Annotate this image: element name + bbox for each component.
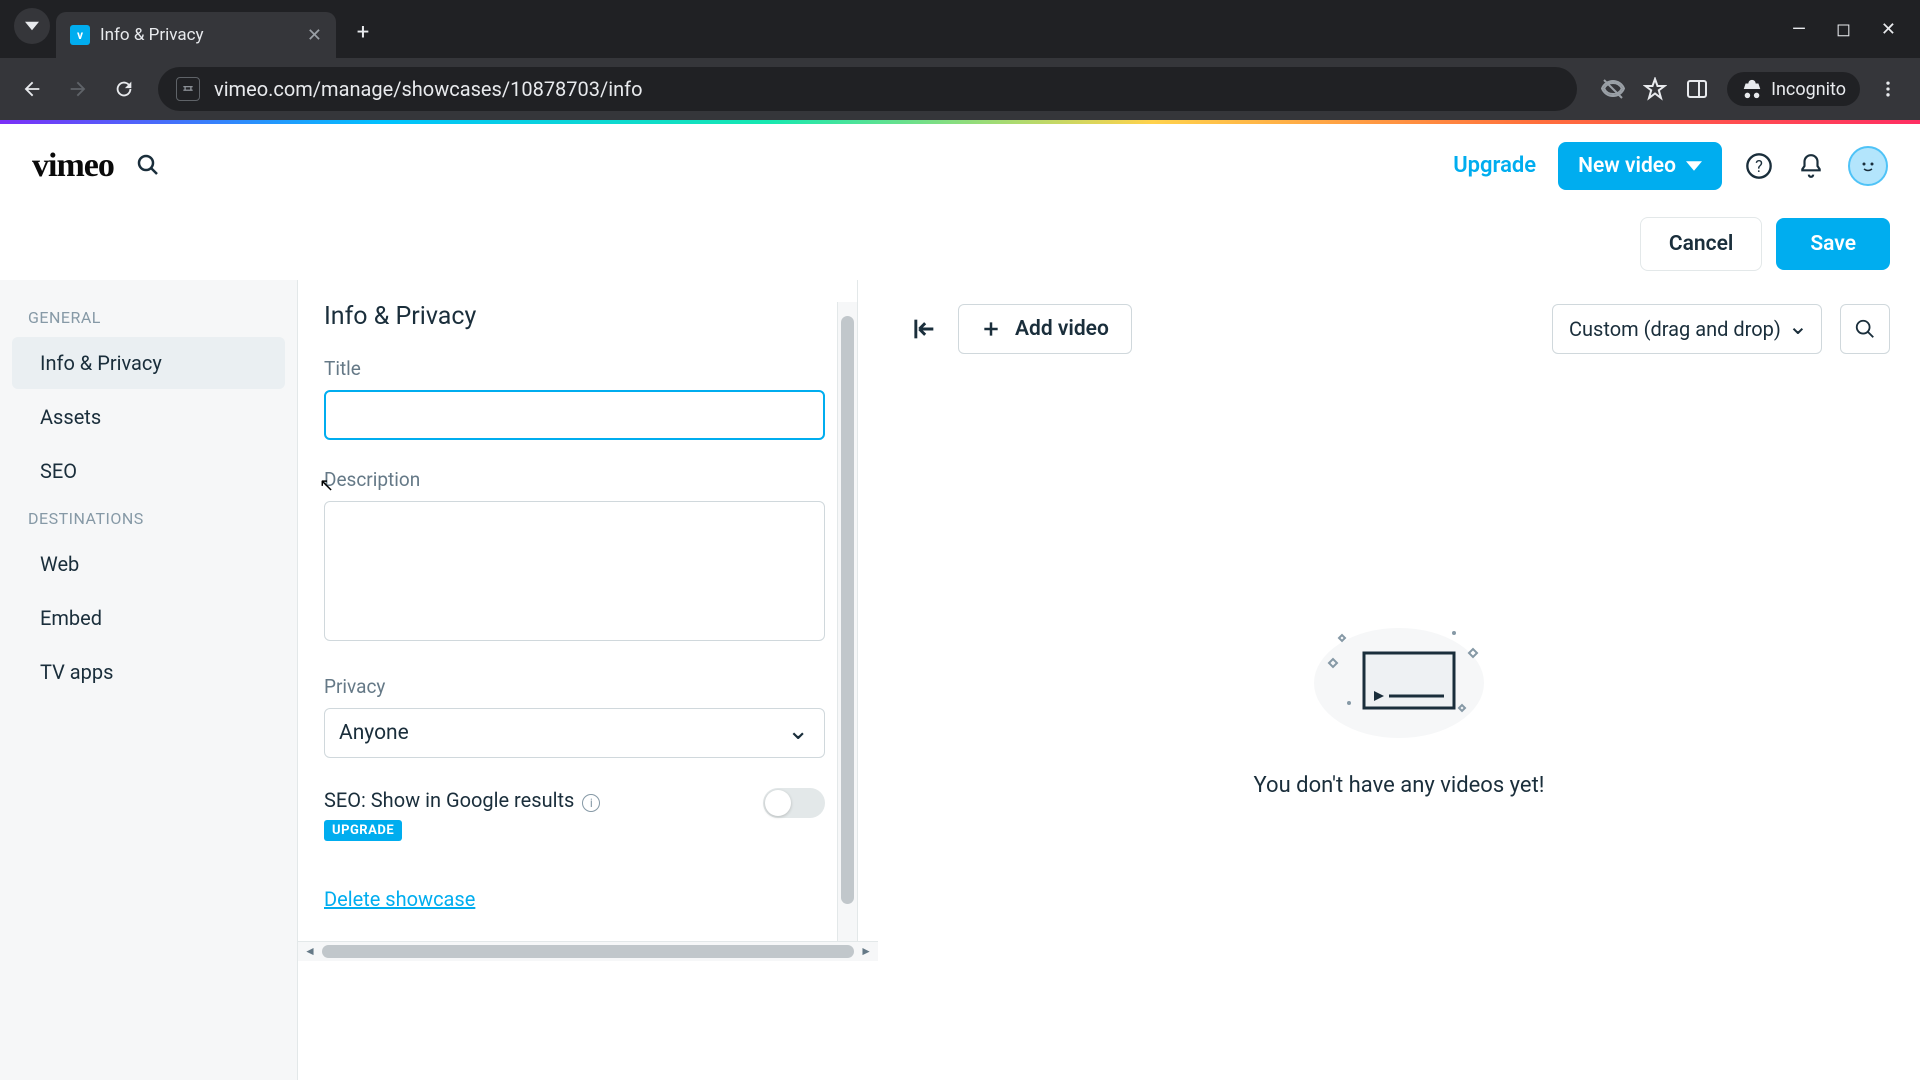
tab-title: Info & Privacy [100,25,204,45]
empty-state-text: You don't have any videos yet! [1254,773,1545,798]
browser-address-bar: vimeo.com/manage/showcases/10878703/info… [0,58,1920,120]
main-layout: GENERAL Info & Privacy Assets SEO DESTIN… [0,280,1920,1080]
sidebar-item-seo[interactable]: SEO [12,445,285,497]
seo-toggle[interactable] [763,788,825,818]
user-avatar[interactable] [1848,146,1888,186]
svg-text:?: ? [1755,156,1763,175]
browser-tab-active[interactable]: v Info & Privacy ✕ [56,12,336,58]
empty-state: You don't have any videos yet! [908,354,1890,1056]
maximize-icon[interactable]: ◻ [1836,19,1851,40]
url-input[interactable]: vimeo.com/manage/showcases/10878703/info [158,67,1577,111]
vertical-scrollbar[interactable] [837,302,857,941]
avatar-face-icon [1856,154,1880,178]
vimeo-favicon-icon: v [70,25,90,45]
sidebar-item-embed[interactable]: Embed [12,592,285,644]
back-button[interactable] [12,69,52,109]
cancel-button[interactable]: Cancel [1640,217,1762,271]
incognito-chip[interactable]: Incognito [1727,72,1860,106]
seo-row: SEO: Show in Google results i UPGRADE [324,788,825,841]
notifications-button[interactable] [1796,151,1826,181]
upgrade-link[interactable]: Upgrade [1453,153,1536,178]
sidebar-item-tv-apps[interactable]: TV apps [12,646,285,698]
reload-button[interactable] [104,69,144,109]
search-icon [1854,318,1876,340]
action-bar: Cancel Save [0,208,1920,280]
minimize-icon[interactable]: — [1792,19,1806,40]
url-text: vimeo.com/manage/showcases/10878703/info [214,77,643,101]
new-video-label: New video [1578,154,1676,178]
sidebar-item-info-privacy[interactable]: Info & Privacy [12,337,285,389]
delete-showcase-link[interactable]: Delete showcase [324,887,475,911]
privacy-label: Privacy [324,675,825,698]
upgrade-badge[interactable]: UPGRADE [324,820,402,841]
preview-toolbar: Add video Custom (drag and drop) [908,304,1890,354]
info-icon[interactable]: i [582,794,600,812]
privacy-select[interactable]: Anyone [324,708,825,758]
preview-panel: Add video Custom (drag and drop) [878,280,1920,1080]
form-panel: Info & Privacy Title Description Privacy… [298,280,858,941]
close-window-icon[interactable]: ✕ [1881,19,1896,40]
new-tab-button[interactable]: + [346,15,380,49]
bookmark-star-icon[interactable] [1643,77,1667,101]
description-input[interactable] [324,501,825,641]
vimeo-logo[interactable]: vimeo [32,147,114,185]
add-video-label: Add video [1015,317,1109,341]
search-videos-button[interactable] [1840,304,1890,354]
empty-state-illustration-icon [1299,613,1499,743]
sidebar-item-assets[interactable]: Assets [12,391,285,443]
plus-icon [981,319,1001,339]
forward-button[interactable] [58,69,98,109]
title-label: Title [324,357,825,380]
incognito-label: Incognito [1771,79,1846,100]
collapse-left-icon [910,315,938,343]
window-controls: — ◻ ✕ [1792,0,1920,58]
tab-search-dropdown[interactable] [14,8,50,44]
sort-select[interactable]: Custom (drag and drop) [1552,304,1822,354]
seo-label: SEO: Show in Google results [324,788,574,812]
site-info-icon[interactable] [176,77,200,101]
sidebar-item-web[interactable]: Web [12,538,285,590]
collapse-panel-button[interactable] [908,313,940,345]
close-tab-icon[interactable]: ✕ [307,25,322,46]
description-label: Description [324,468,825,491]
panel-heading: Info & Privacy [324,302,825,331]
horizontal-scrollbar[interactable]: ◄ ► [298,941,878,961]
side-panel-icon[interactable] [1685,77,1709,101]
new-video-button[interactable]: New video [1558,142,1722,190]
sidebar-group-general: GENERAL [0,298,297,335]
add-video-button[interactable]: Add video [958,304,1132,354]
help-button[interactable]: ? [1744,151,1774,181]
settings-sidebar: GENERAL Info & Privacy Assets SEO DESTIN… [0,280,298,1080]
eye-off-icon[interactable] [1601,77,1625,101]
sidebar-group-destinations: DESTINATIONS [0,499,297,536]
app-header: vimeo Upgrade New video ? [0,124,1920,208]
incognito-icon [1741,78,1763,100]
browser-tab-strip: v Info & Privacy ✕ + — ◻ ✕ [0,0,1920,58]
search-icon[interactable] [136,153,162,179]
save-button[interactable]: Save [1776,218,1890,270]
chevron-down-icon [1686,158,1702,174]
browser-menu-icon[interactable] [1878,79,1898,99]
title-input[interactable] [324,390,825,440]
